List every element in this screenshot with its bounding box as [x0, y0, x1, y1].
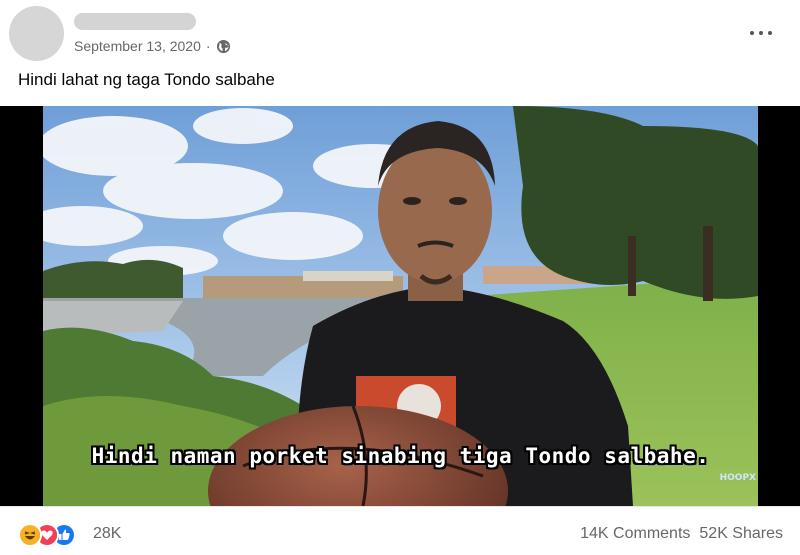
- haha-icon[interactable]: [18, 523, 42, 547]
- post-footer: 28K 14K Comments 52K Shares: [0, 506, 800, 555]
- video-subtitle: Hindi naman porket sinabing tiga Tondo s…: [91, 444, 710, 468]
- reaction-count[interactable]: 28K: [93, 525, 121, 543]
- post-media: Hindi naman porket sinabing tiga Tondo s…: [0, 106, 800, 506]
- post-meta: September 13, 2020 ·: [74, 38, 231, 54]
- engagement-stats: 14K Comments 52K Shares: [580, 525, 783, 543]
- meta-separator: ·: [205, 38, 211, 54]
- post-header: September 13, 2020 ·: [0, 0, 800, 66]
- shares-count[interactable]: 52K Shares: [699, 525, 783, 543]
- avatar[interactable]: [9, 6, 64, 61]
- video-frame[interactable]: Hindi naman porket sinabing tiga Tondo s…: [43, 106, 758, 506]
- globe-icon[interactable]: [216, 39, 231, 54]
- post-caption: Hindi lahat ng taga Tondo salbahe: [18, 70, 275, 89]
- watermark-logo: HOOPX: [719, 473, 756, 483]
- more-options-icon[interactable]: [750, 24, 772, 42]
- post-date[interactable]: September 13, 2020: [74, 38, 201, 54]
- redacted-author-name[interactable]: [74, 13, 196, 30]
- comments-count[interactable]: 14K Comments: [580, 525, 690, 543]
